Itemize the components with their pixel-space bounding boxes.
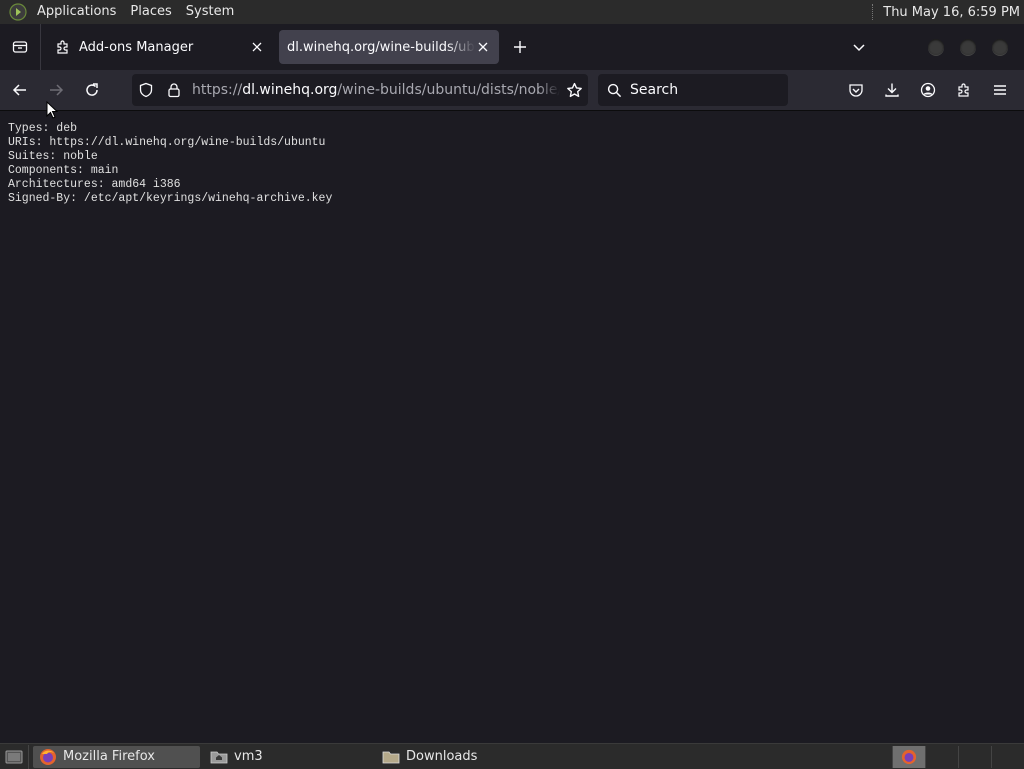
workspace-switcher [892, 745, 1024, 769]
text-line: Architectures: amd64 i386 [8, 178, 181, 191]
list-all-tabs-button[interactable] [844, 32, 874, 62]
download-icon [885, 83, 899, 97]
mouse-cursor-icon [46, 101, 58, 119]
mate-logo-icon [9, 3, 27, 21]
account-button[interactable] [910, 74, 946, 106]
puzzle-icon [958, 83, 969, 97]
show-desktop-button[interactable] [0, 744, 29, 769]
text-line: Components: main [8, 164, 119, 177]
new-tab-button[interactable] [505, 32, 535, 62]
menu-system[interactable]: System [179, 0, 241, 24]
menu-places[interactable]: Places [123, 0, 178, 24]
extensions-button[interactable] [946, 74, 982, 106]
reload-icon [86, 83, 98, 96]
tab-close-button[interactable] [475, 39, 491, 55]
text-line: Types: deb [8, 122, 78, 135]
taskbar-item-label: vm3 [234, 749, 263, 764]
search-bar[interactable]: Search [598, 74, 788, 106]
folder-home-icon [210, 748, 228, 766]
account-icon [920, 82, 936, 98]
workspace-1[interactable] [892, 745, 925, 768]
back-button[interactable] [4, 74, 36, 106]
downloads-button[interactable] [874, 74, 910, 106]
close-icon [252, 42, 262, 52]
site-info-button[interactable] [160, 74, 188, 106]
app-menu-button[interactable] [982, 74, 1018, 106]
taskbar-item-downloads[interactable]: Downloads [376, 746, 544, 768]
panel-menu: Applications Places System [0, 0, 241, 24]
arrow-left-icon [12, 84, 26, 96]
tab-title: dl.winehq.org/wine-builds/ubuntu [287, 39, 475, 55]
firefox-view-icon [12, 41, 28, 53]
plus-icon [514, 41, 526, 53]
taskbar-item-label: Downloads [406, 749, 478, 764]
tab-close-button[interactable] [249, 39, 265, 55]
workspace-4[interactable] [991, 745, 1024, 768]
firefox-icon [39, 748, 57, 766]
clock-area: Thu May 16, 6:59 PM [872, 4, 1024, 20]
panel-separator [872, 4, 875, 20]
bookmark-star-button[interactable] [560, 74, 588, 106]
maximize-button[interactable] [960, 39, 976, 55]
text-line: Signed-By: /etc/apt/keyrings/winehq-arch… [8, 192, 333, 205]
hamburger-menu-icon [994, 85, 1006, 95]
navigation-toolbar: https://dl.winehq.org/wine-builds/ubuntu… [0, 70, 1024, 111]
text-line: URIs: https://dl.winehq.org/wine-builds/… [8, 136, 326, 149]
show-desktop-icon [5, 750, 23, 763]
pocket-button[interactable] [838, 74, 874, 106]
bottom-taskbar: Mozilla Firefox vm3 Downloads [0, 743, 1024, 769]
lock-icon [168, 83, 180, 98]
firefox-icon [901, 749, 917, 764]
top-panel: Applications Places System Thu May 16, 6… [0, 0, 1024, 24]
workspace-3[interactable] [958, 745, 991, 768]
workspace-2[interactable] [925, 745, 958, 768]
text-line: Suites: noble [8, 150, 98, 163]
url-prefix: https:// [192, 82, 243, 98]
plain-text-document: Types: deb URIs: https://dl.winehq.org/w… [0, 111, 1024, 217]
url-path: /wine-builds/ubuntu/dists/noble/winehq-n… [337, 82, 560, 98]
minimize-button[interactable] [928, 39, 944, 55]
search-placeholder: Search [630, 82, 679, 98]
toolbar-right [838, 74, 1018, 106]
arrow-right-icon [50, 84, 64, 96]
url-text[interactable]: https://dl.winehq.org/wine-builds/ubuntu… [192, 82, 560, 98]
url-bar[interactable]: https://dl.winehq.org/wine-builds/ubuntu… [132, 74, 588, 106]
folder-icon [382, 748, 400, 766]
close-window-button[interactable] [992, 39, 1008, 55]
close-icon [478, 42, 488, 52]
puzzle-icon [57, 40, 68, 54]
menu-applications[interactable]: Applications [30, 0, 123, 24]
tab-strip: Add-ons Manager dl.winehq.org/wine-build… [0, 24, 1024, 70]
reload-button[interactable] [76, 74, 108, 106]
star-icon [566, 82, 582, 97]
page-content: Types: deb URIs: https://dl.winehq.org/w… [0, 111, 1024, 743]
firefox-view-button[interactable] [0, 24, 41, 70]
search-icon [598, 83, 630, 98]
tab-winehq-sources[interactable]: dl.winehq.org/wine-builds/ubuntu [279, 30, 499, 64]
url-host: dl.winehq.org [242, 82, 338, 98]
tab-addons-manager[interactable]: Add-ons Manager [47, 30, 273, 64]
taskbar-item-vm3[interactable]: vm3 [204, 746, 372, 768]
tabstrip-right [844, 32, 1024, 62]
chevron-down-icon [853, 44, 865, 52]
taskbar-item-label: Mozilla Firefox [63, 749, 155, 764]
tracking-protection-button[interactable] [132, 74, 160, 106]
pocket-icon [849, 84, 863, 97]
tab-title: Add-ons Manager [79, 39, 194, 55]
shield-icon [139, 82, 153, 98]
clock[interactable]: Thu May 16, 6:59 PM [883, 5, 1020, 20]
taskbar-item-firefox[interactable]: Mozilla Firefox [33, 745, 200, 768]
